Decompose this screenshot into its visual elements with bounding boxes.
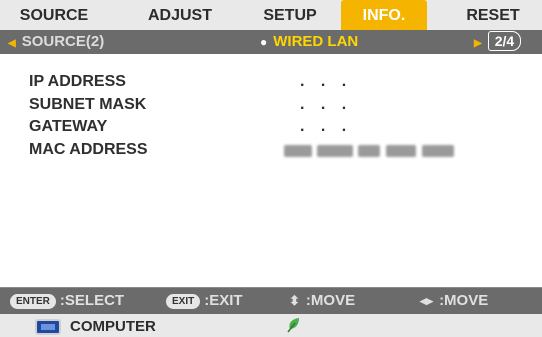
submenu-title: ● WIRED LAN bbox=[260, 30, 358, 54]
leaf-icon bbox=[287, 318, 299, 333]
tab-setup[interactable]: SETUP bbox=[252, 0, 328, 30]
enter-hint-label: :SELECT bbox=[59, 292, 125, 309]
right-triangle-icon: ▶ bbox=[474, 38, 482, 49]
status-bar: COMPUTER bbox=[0, 314, 542, 337]
next-page[interactable]: ▶ 2/4 bbox=[474, 30, 522, 54]
leftright-move-label: :MOVE bbox=[439, 292, 489, 309]
exit-hint: EXIT:EXIT bbox=[166, 288, 243, 314]
enter-key-icon: ENTER bbox=[10, 293, 56, 309]
ip-address-value: . . . bbox=[300, 73, 353, 90]
left-triangle-icon: ◀ bbox=[8, 38, 16, 49]
tab-info[interactable]: INFO. bbox=[341, 0, 427, 30]
updown-move-hint: ⬍ :MOVE bbox=[289, 288, 355, 314]
previous-page[interactable]: ◀ SOURCE(2) bbox=[8, 30, 104, 54]
menu-tab-bar: SOURCE ADJUST SETUP INFO. RESET bbox=[0, 0, 542, 31]
leftright-move-hint: ◂▸ :MOVE bbox=[420, 288, 488, 314]
submenu-title-label: WIRED LAN bbox=[273, 33, 359, 50]
updown-move-label: :MOVE bbox=[305, 292, 356, 309]
submenu-bar: ◀ SOURCE(2) ● WIRED LAN ▶ 2/4 bbox=[0, 30, 542, 54]
subnet-mask-value: . . . bbox=[300, 96, 353, 113]
enter-hint: ENTER:SELECT bbox=[10, 288, 124, 314]
gateway-label: GATEWAY bbox=[29, 118, 108, 135]
page-indicator: 2/4 bbox=[487, 31, 522, 51]
ip-address-label: IP ADDRESS bbox=[29, 73, 126, 90]
gateway-value: . . . bbox=[300, 118, 353, 135]
tab-adjust[interactable]: ADJUST bbox=[128, 0, 232, 30]
mac-address-label: MAC ADDRESS bbox=[29, 141, 148, 158]
subnet-mask-label: SUBNET MASK bbox=[29, 96, 147, 113]
current-source-label: COMPUTER bbox=[70, 318, 156, 335]
projector-osd-menu: SOURCE ADJUST SETUP INFO. RESET ◀ SOURCE(… bbox=[0, 0, 542, 337]
left-right-arrows-icon: ◂▸ bbox=[420, 293, 434, 308]
previous-page-label: SOURCE(2) bbox=[21, 33, 105, 50]
tab-source[interactable]: SOURCE bbox=[10, 0, 98, 30]
key-hint-bar: ENTER:SELECT EXIT:EXIT ⬍ :MOVE ◂▸ :MOVE bbox=[0, 287, 542, 314]
tab-reset[interactable]: RESET bbox=[448, 0, 538, 30]
monitor-icon bbox=[35, 319, 61, 335]
mac-address-value-blurred bbox=[284, 145, 454, 157]
bullet-icon: ● bbox=[260, 35, 268, 49]
exit-key-icon: EXIT bbox=[166, 293, 201, 309]
up-down-arrows-icon: ⬍ bbox=[289, 293, 300, 308]
info-panel: IP ADDRESS . . . SUBNET MASK . . . GATEW… bbox=[0, 54, 542, 287]
exit-hint-label: :EXIT bbox=[204, 292, 243, 309]
